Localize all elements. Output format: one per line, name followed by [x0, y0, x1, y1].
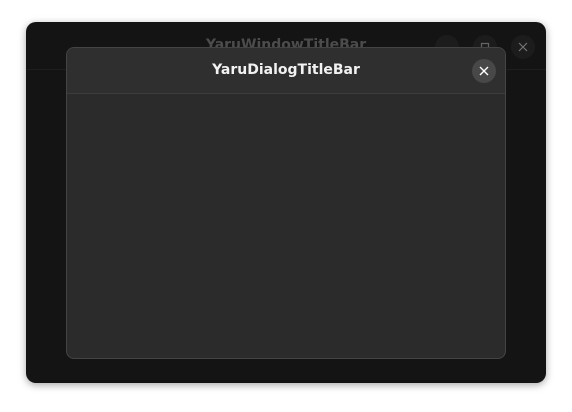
dialog-title: YaruDialogTitleBar — [212, 62, 360, 78]
close-icon — [479, 66, 489, 76]
dialog-titlebar: YaruDialogTitleBar — [67, 48, 505, 94]
dialog: YaruDialogTitleBar — [66, 47, 506, 359]
dialog-close-button[interactable] — [472, 59, 496, 83]
dialog-body — [67, 94, 505, 358]
app-window: YaruWindowTitleBar YaruDialogTitleBar — [26, 22, 546, 383]
